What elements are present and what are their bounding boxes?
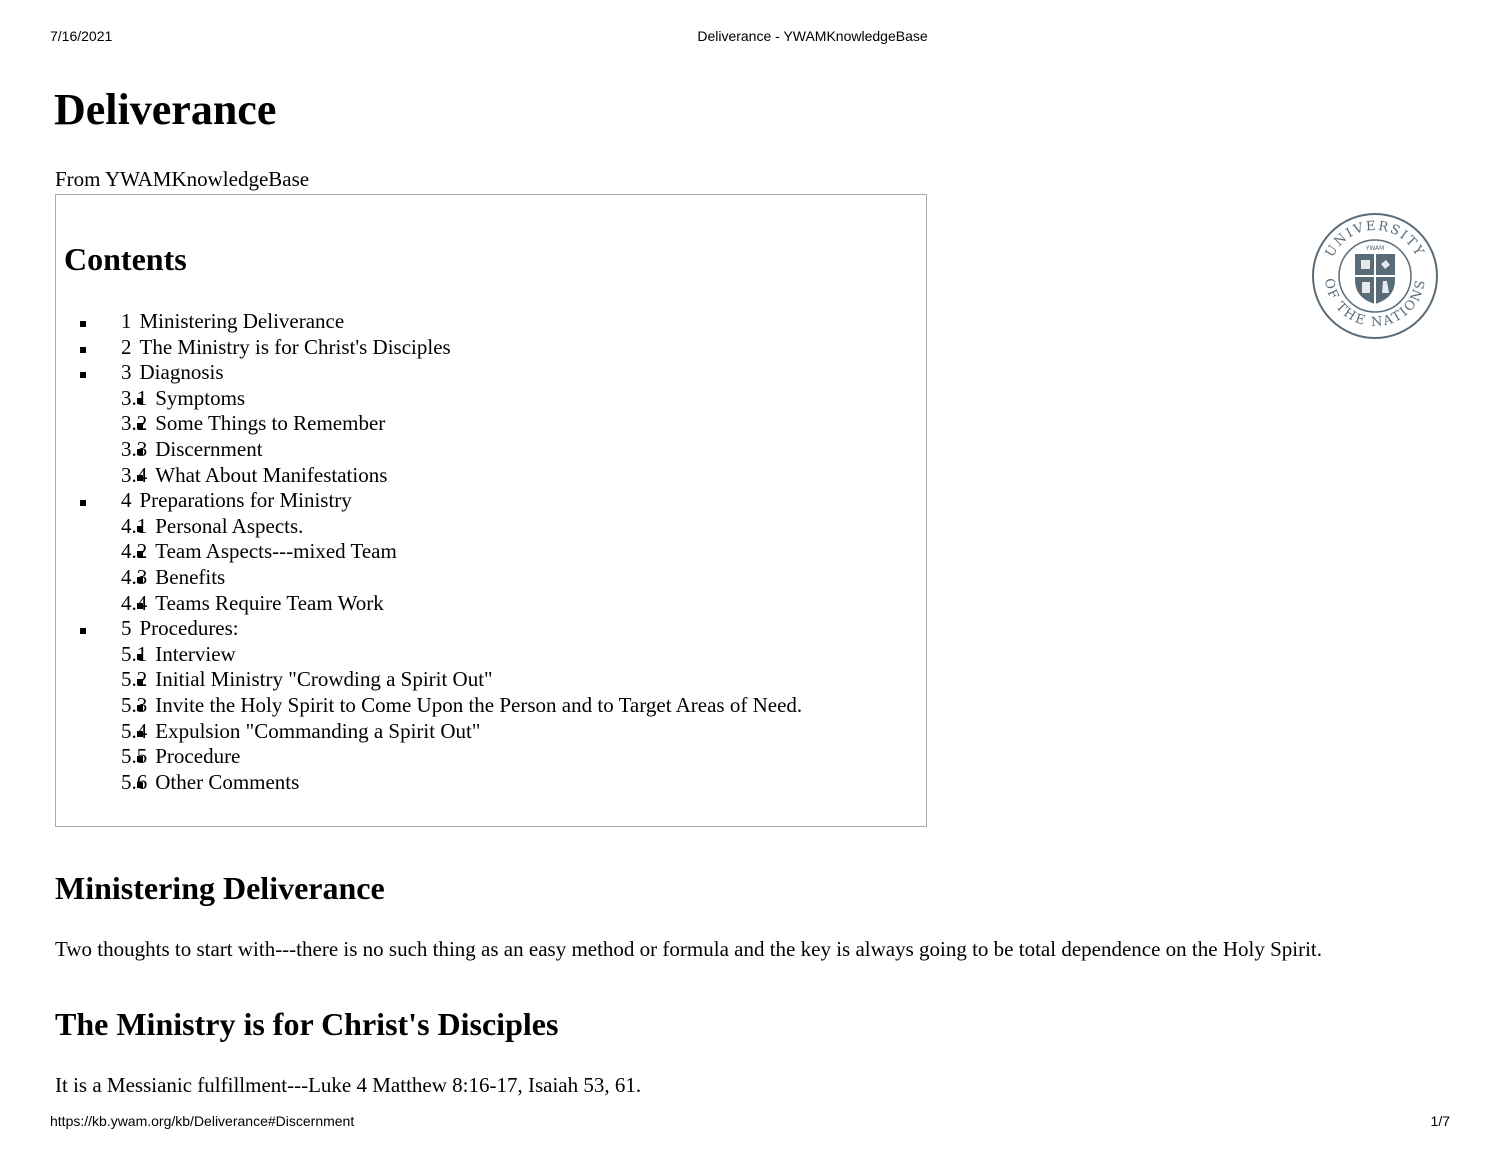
bullet-icon: [80, 346, 86, 353]
toc-item[interactable]: 3 Diagnosis: [80, 360, 802, 386]
toc-number: 4: [121, 488, 132, 513]
toc-number: 4.2: [121, 539, 148, 564]
toc-number: 4.3: [121, 564, 148, 589]
bullet-icon: [80, 321, 86, 327]
toc-subitem[interactable]: 5.4 Expulsion "Commanding a Spirit Out": [100, 719, 802, 745]
bullet-icon: [80, 500, 86, 507]
bullet-icon: [137, 602, 143, 609]
toc-link[interactable]: Initial Ministry "Crowding a Spirit Out": [155, 667, 492, 691]
section-text: Two thoughts to start with---there is no…: [55, 937, 1323, 961]
site-sub: From YWAMKnowledgeBase: [55, 167, 310, 191]
toc-number: 5.5: [121, 744, 148, 769]
toc-number: 3.3: [121, 436, 148, 461]
toc-number: 3.2: [121, 411, 148, 436]
toc-link[interactable]: What About Manifestations: [155, 463, 387, 487]
toc-link[interactable]: Personal Aspects.: [155, 514, 303, 538]
section-text: It is a Messianic fulfillment---Luke 4 M…: [55, 1073, 642, 1097]
print-url: https://kb.ywam.org/kb/Deliverance#Disce…: [50, 1113, 355, 1129]
toc-item[interactable]: 4 Preparations for Ministry: [80, 488, 802, 514]
bullet-icon: [137, 474, 143, 481]
toc-link[interactable]: Interview: [155, 642, 235, 666]
toc-subitem[interactable]: 4.3 Benefits: [100, 565, 802, 591]
table-of-contents: Contents 1 Ministering Deliverance 2 The Mi…: [55, 194, 927, 827]
university-logo: UNIVERSITY OF THE NATIONS YWAM: [1312, 213, 1438, 339]
toc-subitem[interactable]: 3.3 Discernment: [100, 437, 802, 463]
print-title: Deliverance - YWAMKnowledgeBase: [697, 28, 928, 44]
toc-number: 5.6: [121, 769, 148, 794]
section-heading: Ministering Deliverance: [55, 870, 385, 906]
toc-item[interactable]: 1 Ministering Deliverance: [80, 309, 802, 335]
toc-subitem[interactable]: 5.6 Other Comments: [100, 770, 802, 796]
toc-link[interactable]: Procedures:: [140, 616, 239, 640]
section-heading: The Ministry is for Christ's Disciples: [55, 1006, 559, 1042]
toc-link[interactable]: Invite the Holy Spirit to Come Upon the …: [155, 693, 802, 717]
toc-link[interactable]: Preparations for Ministry: [140, 488, 352, 512]
toc-number: 3: [121, 360, 132, 385]
toc-subitem[interactable]: 3.1 Symptoms: [100, 386, 802, 412]
toc-subitem[interactable]: 4.2 Team Aspects---mixed Team: [100, 539, 802, 565]
bullet-icon: [137, 679, 143, 686]
bullet-icon: [137, 525, 143, 532]
toc-number: 5.4: [121, 718, 148, 743]
bullet-icon: [137, 704, 143, 711]
toc-number: 1: [121, 309, 132, 333]
toc-link[interactable]: Benefits: [155, 565, 225, 589]
toc-link[interactable]: Symptoms: [155, 386, 245, 410]
bullet-icon: [80, 372, 86, 379]
toc-number: 5.1: [121, 641, 148, 666]
toc-number: 4.4: [121, 590, 148, 615]
toc-link[interactable]: Diagnosis: [140, 360, 224, 384]
bullet-icon: [137, 423, 143, 430]
page-number: 1/7: [1430, 1113, 1450, 1129]
toc-item[interactable]: 5 Procedures:: [80, 616, 802, 642]
toc-link[interactable]: The Ministry is for Christ's Disciples: [140, 335, 451, 359]
toc-heading: Contents: [64, 241, 187, 277]
toc-number: 3.1: [121, 385, 148, 410]
toc-link[interactable]: Procedure: [155, 744, 240, 768]
toc-subitem[interactable]: 5.2 Initial Ministry "Crowding a Spirit O…: [100, 667, 802, 693]
bullet-icon: [137, 397, 143, 404]
toc-number: 2: [121, 334, 132, 359]
toc-link[interactable]: Team Aspects---mixed Team: [155, 539, 397, 563]
bullet-icon: [80, 628, 86, 635]
toc-link[interactable]: Expulsion "Commanding a Spirit Out": [155, 719, 480, 743]
toc-subitem[interactable]: 5.1 Interview: [100, 642, 802, 668]
bullet-icon: [137, 730, 143, 737]
toc-subitem[interactable]: 5.5 Procedure: [100, 744, 802, 770]
bullet-icon: [137, 653, 143, 660]
toc-number: 5.2: [121, 667, 148, 692]
toc-link[interactable]: Some Things to Remember: [155, 411, 385, 435]
toc-link[interactable]: Discernment: [155, 437, 262, 461]
bullet-icon: [137, 551, 143, 558]
bullet-icon: [137, 576, 143, 583]
toc-subitem[interactable]: 3.4 What About Manifestations: [100, 463, 802, 489]
toc-item[interactable]: 2 The Ministry is for Christ's Disciples: [80, 334, 802, 361]
toc-link[interactable]: Teams Require Team Work: [155, 591, 383, 615]
toc-number: 5.3: [121, 692, 148, 717]
toc-number: 5: [121, 616, 132, 641]
logo-inner-text: YWAM: [1365, 245, 1385, 252]
toc-subitem[interactable]: 4.4 Teams Require Team Work: [100, 591, 802, 617]
bullet-icon: [137, 756, 143, 763]
toc-subitem[interactable]: 4.1 Personal Aspects.: [100, 514, 802, 540]
toc-subitem[interactable]: 3.2 Some Things to Remember: [100, 411, 802, 437]
toc-link[interactable]: Ministering Deliverance: [140, 309, 345, 333]
bullet-icon: [137, 448, 143, 455]
bullet-icon: [137, 781, 143, 788]
toc-link[interactable]: Other Comments: [155, 770, 299, 794]
page-title: Deliverance: [54, 85, 277, 134]
toc-number: 4.1: [121, 513, 148, 538]
toc-number: 3.4: [121, 462, 148, 487]
toc-subitem[interactable]: 5.3 Invite the Holy Spirit to Come Upon t…: [100, 693, 802, 719]
toc-list: 1 Ministering Deliverance 2 The Ministry is…: [80, 309, 802, 796]
